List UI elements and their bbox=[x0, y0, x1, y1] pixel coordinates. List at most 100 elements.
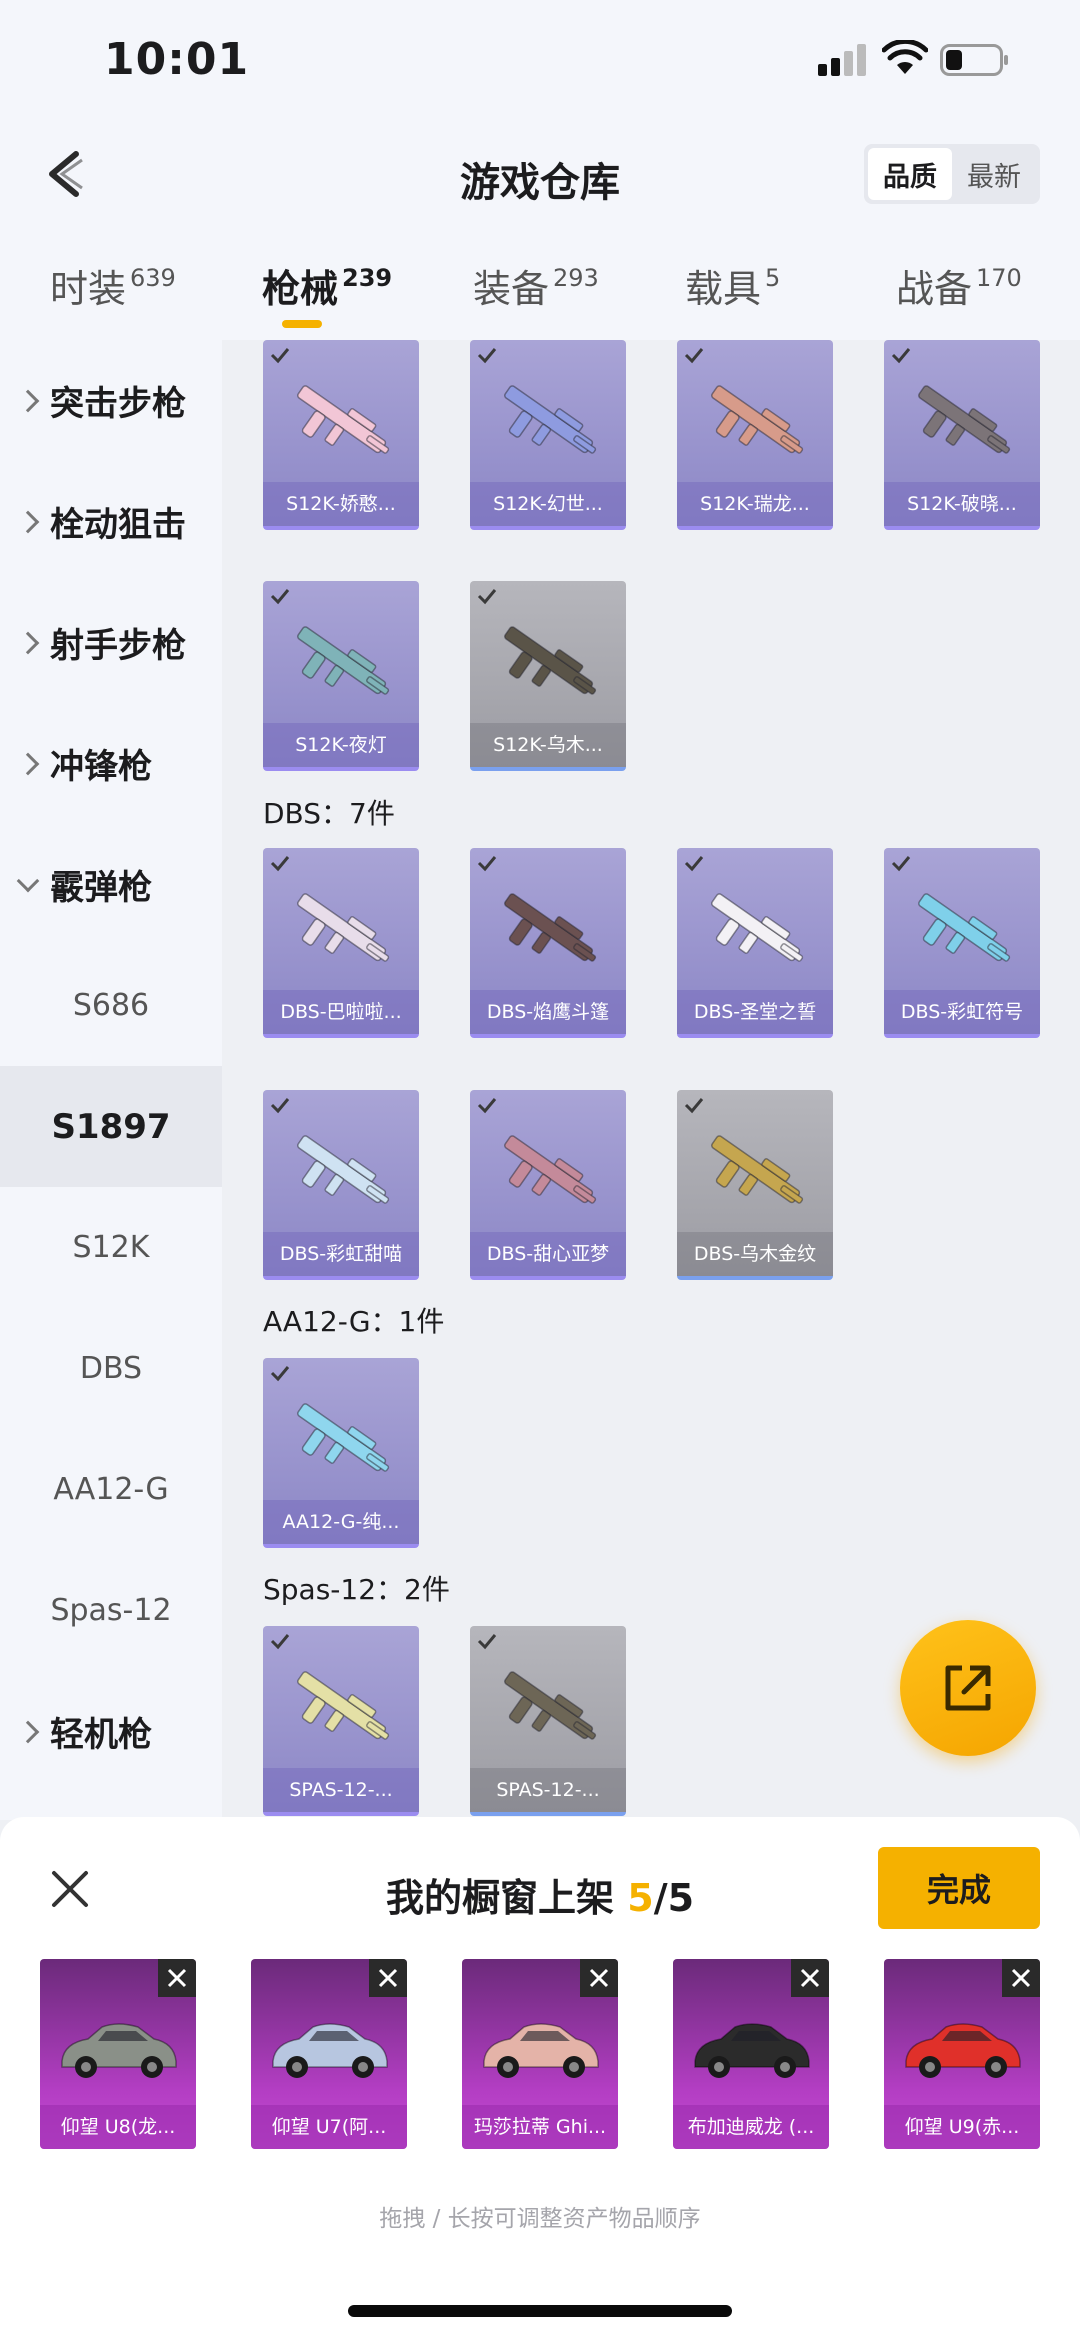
item-label: AA12-G-纯... bbox=[263, 1500, 419, 1544]
showcase-item[interactable]: 玛莎拉蒂 Ghi... bbox=[462, 1959, 618, 2149]
status-bar: 10:01 bbox=[0, 0, 1080, 120]
remove-icon[interactable] bbox=[369, 1959, 407, 1997]
item-card[interactable]: SPAS-12-... bbox=[263, 1626, 419, 1816]
gun-skin-image bbox=[711, 385, 804, 454]
gun-skin-image bbox=[297, 626, 390, 695]
sidebar-item-lmg[interactable]: 轻机枪 bbox=[0, 1671, 222, 1792]
showcase-panel: 我的橱窗上架 5/5 完成 仰望 U8(龙... 仰望 U7(阿... 玛莎拉蒂… bbox=[0, 1817, 1080, 2337]
showcase-item[interactable]: 布加迪威龙 (... bbox=[673, 1959, 829, 2149]
tab-vehicles[interactable]: 载具 5 bbox=[685, 258, 780, 313]
sidebar-item-smg[interactable]: 冲锋枪 bbox=[0, 703, 222, 824]
item-card[interactable]: DBS-焰鹰斗篷 bbox=[470, 848, 626, 1038]
home-indicator bbox=[348, 2305, 732, 2317]
item-card[interactable]: S12K-夜灯 bbox=[263, 581, 419, 771]
item-label: DBS-焰鹰斗篷 bbox=[470, 990, 626, 1034]
tab-combat-gear[interactable]: 战备 170 bbox=[896, 258, 1022, 313]
chevron-down-icon bbox=[16, 869, 40, 892]
item-label: S12K-幻世... bbox=[470, 482, 626, 526]
item-card[interactable]: DBS-巴啦啦... bbox=[263, 848, 419, 1038]
gun-skin-image bbox=[711, 1135, 804, 1204]
item-card[interactable]: S12K-乌木... bbox=[470, 581, 626, 771]
item-card[interactable]: DBS-彩虹符号 bbox=[884, 848, 1040, 1038]
sidebar-item-s686[interactable]: S686 bbox=[0, 945, 222, 1066]
status-time: 10:01 bbox=[104, 34, 250, 85]
active-tab-indicator bbox=[282, 320, 322, 328]
cellular-signal-icon bbox=[818, 44, 870, 76]
sidebar: 突击步枪 栓动狙击 射手步枪 冲锋枪 霰弹枪 S686 S1897 S12K D… bbox=[0, 340, 222, 1820]
item-grid: S12K-娇憨... S12K-幻世... S12K-瑞龙... S12K-破晓… bbox=[222, 340, 1080, 1820]
item-label: S12K-破晓... bbox=[884, 482, 1040, 526]
sort-by-newest-button[interactable]: 最新 bbox=[952, 148, 1036, 200]
sidebar-item-bolt-sniper[interactable]: 栓动狙击 bbox=[0, 461, 222, 582]
wifi-icon bbox=[882, 40, 928, 74]
tab-equipment[interactable]: 装备 293 bbox=[473, 258, 599, 313]
sidebar-item-s1897[interactable]: S1897 bbox=[0, 1066, 222, 1187]
sidebar-item-marksman-rifle[interactable]: 射手步枪 bbox=[0, 582, 222, 703]
item-label: 仰望 U9(赤... bbox=[884, 2105, 1040, 2149]
item-label: 玛莎拉蒂 Ghi... bbox=[462, 2105, 618, 2149]
vehicle-image bbox=[272, 2023, 388, 2078]
share-fab-button[interactable] bbox=[900, 1620, 1036, 1756]
showcase-item[interactable]: 仰望 U9(赤... bbox=[884, 1959, 1040, 2149]
item-label: DBS-彩虹符号 bbox=[884, 990, 1040, 1034]
battery-icon bbox=[940, 44, 1008, 76]
item-label: DBS-甜心亚梦 bbox=[470, 1232, 626, 1276]
item-label: DBS-巴啦啦... bbox=[263, 990, 419, 1034]
group-title-aa12-g: AA12-G：1件 bbox=[263, 1305, 445, 1338]
item-card[interactable]: S12K-娇憨... bbox=[263, 340, 419, 530]
item-label: S12K-乌木... bbox=[470, 723, 626, 767]
item-card[interactable]: S12K-幻世... bbox=[470, 340, 626, 530]
gun-skin-image bbox=[297, 1403, 390, 1472]
chevron-right-icon bbox=[16, 752, 40, 775]
group-title-spas-12: Spas-12：2件 bbox=[263, 1573, 450, 1606]
sidebar-item-dbs[interactable]: DBS bbox=[0, 1308, 222, 1429]
gun-skin-image bbox=[297, 1671, 390, 1740]
category-tabs: 时装 639 枪械 239 装备 293 载具 5 战备 170 bbox=[0, 230, 1080, 340]
item-label: SPAS-12-... bbox=[263, 1768, 419, 1812]
item-card[interactable]: AA12-G-纯... bbox=[263, 1358, 419, 1548]
vehicle-image bbox=[905, 2023, 1021, 2078]
reorder-hint: 拖拽 / 长按可调整资产物品顺序 bbox=[379, 2206, 701, 2232]
item-label: DBS-彩虹甜喵 bbox=[263, 1232, 419, 1276]
item-card[interactable]: DBS-乌木金纹 bbox=[677, 1090, 833, 1280]
tab-outfits[interactable]: 时装 639 bbox=[50, 258, 176, 313]
item-card[interactable]: DBS-圣堂之誓 bbox=[677, 848, 833, 1038]
item-card[interactable]: DBS-彩虹甜喵 bbox=[263, 1090, 419, 1280]
gun-skin-image bbox=[711, 893, 804, 962]
item-card[interactable]: S12K-破晓... bbox=[884, 340, 1040, 530]
done-button[interactable]: 完成 bbox=[878, 1847, 1040, 1929]
gun-skin-image bbox=[504, 626, 597, 695]
sidebar-item-shotgun[interactable]: 霰弹枪 bbox=[0, 824, 222, 945]
remove-icon[interactable] bbox=[1002, 1959, 1040, 1997]
chevron-right-icon bbox=[16, 510, 40, 533]
sidebar-item-aa12-g[interactable]: AA12-G bbox=[0, 1429, 222, 1550]
item-card[interactable]: S12K-瑞龙... bbox=[677, 340, 833, 530]
item-label: DBS-圣堂之誓 bbox=[677, 990, 833, 1034]
showcase-item[interactable]: 仰望 U8(龙... bbox=[40, 1959, 196, 2149]
share-icon bbox=[945, 1665, 991, 1711]
vehicle-image bbox=[483, 2023, 599, 2078]
item-card[interactable]: DBS-甜心亚梦 bbox=[470, 1090, 626, 1280]
vehicle-image bbox=[694, 2023, 810, 2078]
chevron-right-icon bbox=[16, 1720, 40, 1743]
group-title-dbs: DBS：7件 bbox=[263, 797, 395, 830]
gun-skin-image bbox=[504, 893, 597, 962]
showcase-item[interactable]: 仰望 U7(阿... bbox=[251, 1959, 407, 2149]
item-label: S12K-瑞龙... bbox=[677, 482, 833, 526]
remove-icon[interactable] bbox=[791, 1959, 829, 1997]
sidebar-item-spas-12[interactable]: Spas-12 bbox=[0, 1550, 222, 1671]
tab-guns[interactable]: 枪械 239 bbox=[262, 258, 392, 313]
remove-icon[interactable] bbox=[158, 1959, 196, 1997]
item-card[interactable]: SPAS-12-... bbox=[470, 1626, 626, 1816]
item-label: 仰望 U7(阿... bbox=[251, 2105, 407, 2149]
remove-icon[interactable] bbox=[580, 1959, 618, 1997]
item-label: 布加迪威龙 (... bbox=[673, 2105, 829, 2149]
chevron-right-icon bbox=[16, 389, 40, 412]
sort-toggle[interactable]: 品质 最新 bbox=[864, 144, 1040, 204]
item-label: S12K-娇憨... bbox=[263, 482, 419, 526]
sidebar-item-s12k[interactable]: S12K bbox=[0, 1187, 222, 1308]
sort-by-quality-button[interactable]: 品质 bbox=[868, 148, 952, 200]
item-label: S12K-夜灯 bbox=[263, 723, 419, 767]
gun-skin-image bbox=[297, 385, 390, 454]
sidebar-item-assault-rifle[interactable]: 突击步枪 bbox=[0, 340, 222, 461]
